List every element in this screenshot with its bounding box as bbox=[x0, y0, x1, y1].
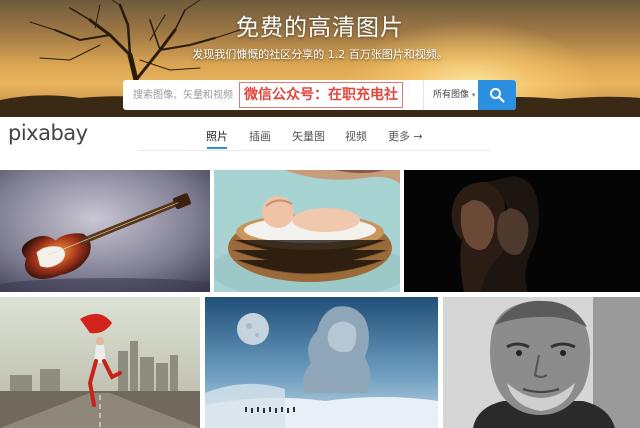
image-type-select[interactable]: 所有图像 ▾ bbox=[423, 80, 478, 110]
photo-stone-giant-fantasy[interactable] bbox=[205, 297, 438, 428]
search-input[interactable] bbox=[123, 80, 239, 110]
photo-old-man-portrait[interactable] bbox=[443, 297, 640, 428]
tab-more[interactable]: 更多 → bbox=[388, 128, 423, 144]
tab-illustrations[interactable]: 插画 bbox=[249, 128, 271, 144]
nav-divider bbox=[138, 150, 490, 151]
pixabay-logo[interactable]: pixabay bbox=[8, 121, 88, 145]
hero-title: 免费的高清图片 bbox=[236, 15, 404, 41]
chevron-down-icon: ▾ bbox=[471, 91, 476, 99]
tab-videos[interactable]: 视频 bbox=[345, 128, 367, 144]
image-type-select-label: 所有图像 bbox=[433, 90, 470, 100]
search-bar: 微信公众号：在职充电社 所有图像 ▾ bbox=[123, 80, 516, 110]
photo-electric-guitar[interactable] bbox=[0, 170, 210, 292]
tab-photos[interactable]: 照片 bbox=[206, 128, 228, 144]
photo-couple-silhouette[interactable] bbox=[404, 170, 640, 292]
active-tab-indicator bbox=[207, 147, 227, 149]
watermark-overlay: 微信公众号：在职充电社 bbox=[239, 82, 403, 108]
tab-vectors[interactable]: 矢量图 bbox=[292, 128, 325, 144]
photo-baby-in-basket[interactable] bbox=[214, 170, 400, 292]
photo-dancer-with-red-scarf[interactable] bbox=[0, 297, 200, 428]
search-icon bbox=[490, 88, 505, 103]
main-nav: pixabay 照片 插画 矢量图 视频 更多 → bbox=[0, 117, 640, 153]
hero-subtitle: 发现我们慷慨的社区分享的 1.2 百万张图片和视频。 bbox=[192, 48, 448, 61]
search-button[interactable] bbox=[478, 80, 516, 110]
